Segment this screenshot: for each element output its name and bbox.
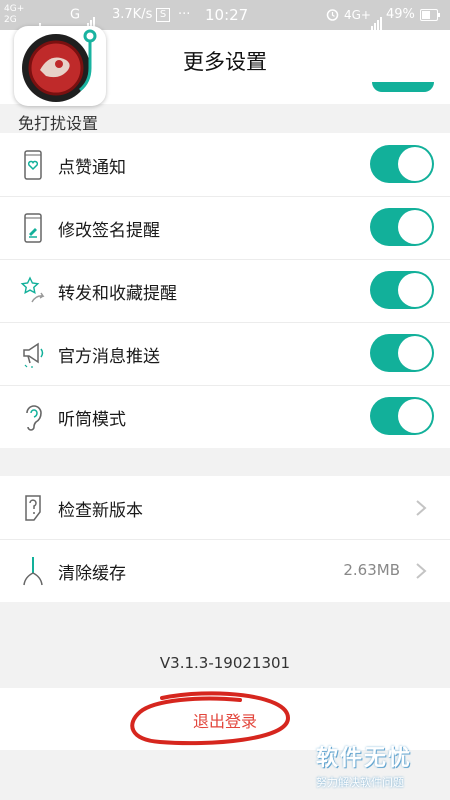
setting-label: 清除缓存 bbox=[58, 564, 126, 584]
version-text: V3.1.3-19021301 bbox=[159, 654, 291, 672]
toggle-knob bbox=[398, 210, 432, 244]
toggle-knob bbox=[398, 273, 432, 307]
broom-icon bbox=[23, 557, 43, 586]
setting-label: 点赞通知 bbox=[58, 158, 126, 178]
setting-label: 听筒模式 bbox=[58, 410, 126, 430]
setting-label: 转发和收藏提醒 bbox=[58, 284, 177, 304]
setting-row-share[interactable]: 转发和收藏提醒 bbox=[0, 259, 450, 322]
setting-label: 官方消息推送 bbox=[58, 347, 160, 367]
previous-toggle[interactable] bbox=[372, 82, 434, 92]
setting-row-like-notify[interactable]: 点赞通知 bbox=[0, 133, 450, 196]
phone-edit-icon bbox=[24, 213, 42, 243]
earpiece-toggle[interactable] bbox=[370, 397, 434, 435]
battery-icon bbox=[420, 0, 440, 30]
battery-percent: 49% bbox=[386, 7, 415, 22]
setting-row-official-push[interactable]: 官方消息推送 bbox=[0, 322, 450, 385]
setting-row-signature[interactable]: 修改签名提醒 bbox=[0, 196, 450, 259]
toggle-knob bbox=[398, 336, 432, 370]
signature-toggle[interactable] bbox=[370, 208, 434, 246]
network-right: 4G+ bbox=[344, 8, 371, 22]
toggle-knob bbox=[398, 399, 432, 433]
chevron-right-icon bbox=[416, 500, 427, 516]
setting-label: 修改签名提醒 bbox=[58, 221, 160, 241]
app-logo-icon bbox=[14, 26, 106, 106]
share-toggle[interactable] bbox=[370, 271, 434, 309]
clock: 10:27 bbox=[205, 6, 249, 24]
dnd-section-label: 免打扰设置 bbox=[18, 114, 99, 133]
chevron-right-icon bbox=[416, 563, 427, 579]
star-share-icon bbox=[20, 276, 45, 303]
watermark-subtitle: 努力解决软件问题 bbox=[316, 776, 404, 789]
watermark-title: 软件无忧 bbox=[316, 746, 413, 771]
question-icon bbox=[25, 495, 41, 521]
dnd-settings-group: 点赞通知 修改签名提醒 转发和收藏提醒 官方消息推送 听筒模式 bbox=[0, 133, 450, 448]
toggle-knob bbox=[398, 147, 432, 181]
like-notify-toggle[interactable] bbox=[370, 145, 434, 183]
dots-icon: ··· bbox=[178, 7, 191, 22]
s-badge: S bbox=[156, 0, 170, 30]
watermark-logo: 软件无忧 努力解决软件问题 bbox=[316, 740, 446, 796]
ear-icon bbox=[26, 405, 42, 431]
setting-row-earpiece[interactable]: 听筒模式 bbox=[0, 385, 450, 448]
megaphone-icon bbox=[23, 342, 44, 368]
cache-size: 2.63MB bbox=[343, 561, 400, 579]
alarm-icon bbox=[326, 0, 339, 30]
signal-bars-right-icon bbox=[371, 0, 383, 30]
phone-heart-icon bbox=[24, 150, 42, 180]
misc-settings-group: 检查新版本 清除缓存 2.63MB bbox=[0, 476, 450, 602]
setting-row-check-update[interactable]: 检查新版本 bbox=[0, 476, 450, 539]
setting-row-clear-cache[interactable]: 清除缓存 2.63MB bbox=[0, 539, 450, 602]
annotation-circle bbox=[130, 691, 291, 746]
net-speed: 3.7K/s bbox=[112, 7, 153, 22]
official-push-toggle[interactable] bbox=[370, 334, 434, 372]
setting-label: 检查新版本 bbox=[58, 501, 143, 521]
